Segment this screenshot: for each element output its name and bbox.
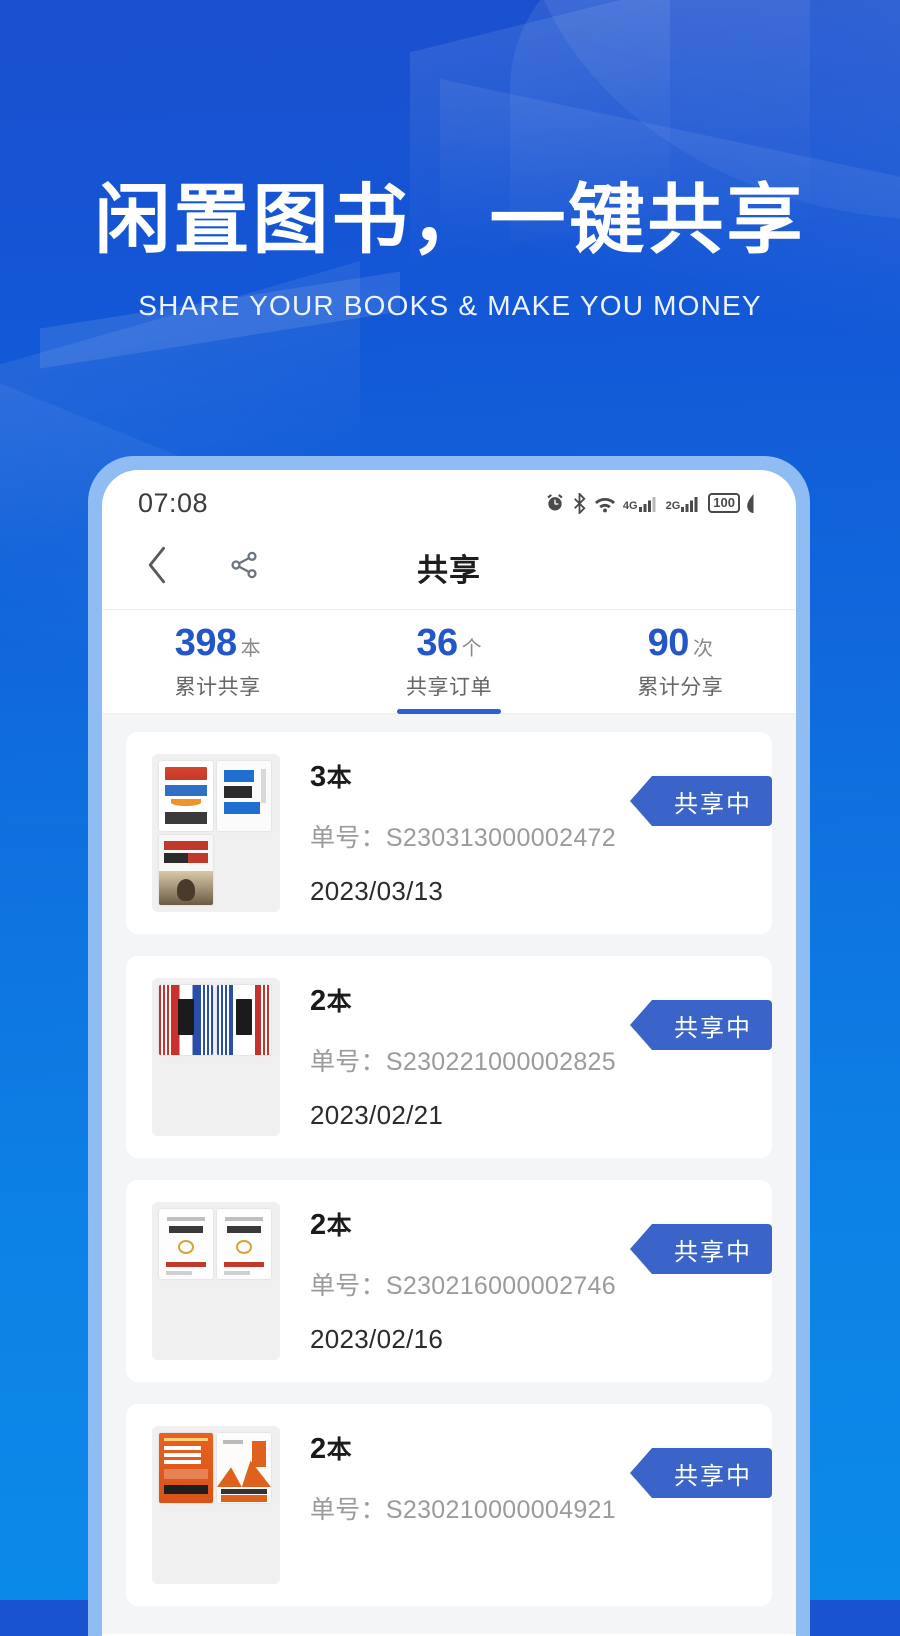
- back-button[interactable]: [136, 546, 180, 590]
- order-date: 2023/03/13: [310, 876, 444, 906]
- status-badge: 共享中: [630, 1448, 772, 1498]
- battery-icon: 100: [708, 492, 740, 514]
- order-date: 2023/02/21: [310, 1100, 444, 1130]
- stat-value: 90: [647, 622, 690, 664]
- order-number-value: S230313000002472: [385, 824, 616, 852]
- status-bar-icons: 4G 2G 100: [545, 492, 760, 514]
- order-count-value: 2: [310, 1209, 327, 1241]
- order-card[interactable]: 2本 单号：S230221000002825 2023/02/21 共享中: [126, 956, 772, 1158]
- order-date: 2023/02/16: [310, 1324, 444, 1354]
- order-card[interactable]: 2本 单号：S230210000004921 共享中: [126, 1404, 772, 1606]
- status-badge: 共享中: [630, 1224, 772, 1274]
- order-count-value: 3: [310, 761, 327, 793]
- crossing-the-chasm-cover: [217, 1433, 271, 1503]
- sales-acceleration-formula-cover: [159, 1433, 213, 1503]
- phone-screen: 07:08 4G 2G 100 共享 398 本 累计共享 36 个 共享订单 …: [102, 470, 796, 1636]
- stat-item-total-shares[interactable]: 90 次 累计分享: [565, 610, 796, 713]
- order-number-value: S230216000002746: [385, 1272, 616, 1300]
- leaf-icon: [747, 493, 760, 513]
- bezos-letters-cover: [159, 761, 213, 831]
- order-number-label: 单号：: [310, 1496, 386, 1524]
- order-number-label: 单号：: [310, 824, 386, 852]
- chevron-left-icon: [146, 546, 170, 589]
- wifi-icon: [594, 494, 616, 513]
- hero-subtitle: SHARE YOUR BOOKS & MAKE YOU MONEY: [138, 289, 762, 321]
- order-count-unit: 本: [326, 1212, 353, 1240]
- order-number-value: S230221000002825: [385, 1048, 616, 1076]
- stat-value: 398: [174, 622, 237, 664]
- signal-4g-label: 4G: [622, 499, 638, 512]
- order-count-unit: 本: [326, 988, 353, 1016]
- stat-unit: 本: [240, 638, 261, 660]
- stat-value-group: 90 次: [648, 622, 713, 665]
- team-leadership-cover: [159, 835, 213, 905]
- order-count-unit: 本: [326, 1436, 353, 1464]
- share-icon: [228, 549, 260, 586]
- stat-item-share-orders[interactable]: 36 个 共享订单: [333, 610, 564, 714]
- book-thumbnail-group: [152, 1426, 280, 1584]
- alarm-icon: [545, 493, 565, 513]
- book-thumbnail-group: [152, 978, 280, 1136]
- stat-label: 累计共享: [174, 676, 261, 699]
- order-count-unit: 本: [326, 764, 353, 792]
- signal-4g-icon: 4G: [623, 495, 659, 512]
- book-thumbnail-group: [152, 1202, 280, 1360]
- order-list[interactable]: 3本 单号：S230313000002472 2023/03/13 共享中 2本…: [102, 714, 796, 1634]
- hero-section: 闲置图书，一键共享 SHARE YOUR BOOKS & MAKE YOU MO…: [0, 0, 900, 322]
- huawei-grey-management-cover: [217, 761, 271, 831]
- order-card[interactable]: 3本 单号：S230313000002472 2023/03/13 共享中: [126, 732, 772, 934]
- stat-label: 共享订单: [405, 676, 492, 699]
- stat-item-total-shared[interactable]: 398 本 累计共享: [102, 610, 333, 713]
- plain-white-cover-1: [159, 1209, 213, 1279]
- order-count-value: 2: [310, 985, 327, 1017]
- app-header: 共享: [102, 526, 796, 610]
- order-number-label: 单号：: [310, 1272, 386, 1300]
- order-count-value: 2: [310, 1433, 327, 1465]
- order-number-value: S230210000004921: [385, 1496, 616, 1524]
- share-button[interactable]: [222, 546, 266, 590]
- plain-white-cover-2: [217, 1209, 271, 1279]
- bluetooth-icon: [572, 492, 587, 514]
- stat-value-group: 36 个: [416, 622, 481, 665]
- signal-2g-label: 2G: [665, 499, 681, 512]
- page-title: 共享: [417, 553, 481, 588]
- cognitive-drive-cover: [217, 985, 271, 1055]
- phone-mockup-frame: 07:08 4G 2G 100 共享 398 本 累计共享 36 个 共享订单 …: [88, 456, 810, 1636]
- order-number-label: 单号：: [310, 1048, 386, 1076]
- stat-unit: 次: [692, 638, 713, 660]
- status-bar-time: 07:08: [138, 487, 209, 518]
- active-tab-indicator: [396, 709, 501, 714]
- status-badge: 共享中: [630, 1000, 772, 1050]
- status-badge: 共享中: [630, 776, 772, 826]
- signal-2g-icon: 2G: [666, 495, 702, 512]
- stat-unit: 个: [461, 638, 482, 660]
- book-thumbnail-group: [152, 754, 280, 912]
- order-card[interactable]: 2本 单号：S230216000002746 2023/02/16 共享中: [126, 1180, 772, 1382]
- stat-value: 36: [416, 622, 458, 664]
- stats-row: 398 本 累计共享 36 个 共享订单 90 次 累计分享: [102, 610, 796, 714]
- stat-label: 累计分享: [637, 676, 724, 699]
- hero-title: 闲置图书，一键共享: [94, 175, 806, 264]
- stat-value-group: 398 本: [175, 622, 261, 665]
- status-bar: 07:08 4G 2G 100: [102, 470, 796, 526]
- cognitive-awakening-cover: [159, 985, 213, 1055]
